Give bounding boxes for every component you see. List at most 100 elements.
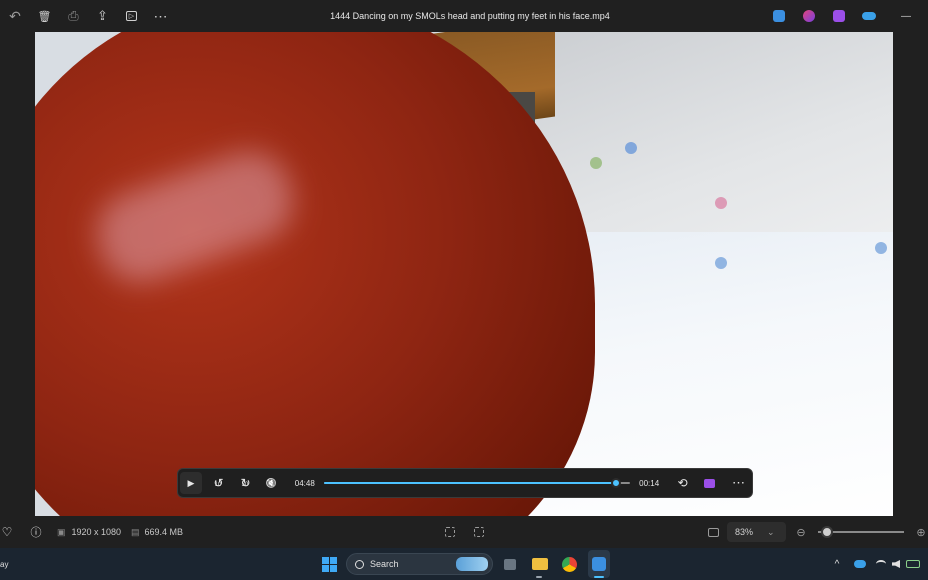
- remaining-time: 00:14: [639, 478, 660, 488]
- designer-app-button[interactable]: [794, 0, 824, 32]
- repeat-button[interactable]: ⟲: [669, 472, 696, 494]
- chrome-icon: [561, 556, 577, 572]
- text-scan-icon: [474, 527, 484, 537]
- delete-icon: 🗑: [37, 10, 52, 23]
- seek-thumb[interactable]: [611, 478, 622, 488]
- task-view-button[interactable]: [500, 548, 520, 580]
- onedrive-icon: [862, 12, 876, 20]
- window-title: 1444 Dancing on my SMOLs head and puttin…: [330, 11, 610, 21]
- clipchamp-icon: [704, 478, 716, 488]
- zoom-in-button[interactable]: ⊕: [914, 516, 928, 548]
- zoom-level-dropdown[interactable]: 83% ⌄: [727, 522, 786, 542]
- photos-taskbar-button[interactable]: [588, 550, 610, 578]
- video-flower-pattern: [625, 142, 637, 154]
- search-placeholder: Search: [370, 559, 399, 569]
- zoom-level-value: 83%: [735, 527, 754, 537]
- elapsed-time: 04:48: [294, 478, 315, 488]
- video-flower-pattern: [590, 157, 602, 169]
- taskbar-partial-widget[interactable]: ay: [0, 548, 10, 580]
- media-viewer: ▶ ↺ 10 ↻ 30 🔇 04:48 00:14 ⟲ ⋯: [0, 32, 928, 516]
- print-button[interactable]: ⎙: [59, 0, 88, 32]
- play-button[interactable]: ▶: [180, 472, 202, 494]
- volume-icon[interactable]: [892, 560, 900, 568]
- photos-app-icon: [592, 557, 606, 571]
- info-bar: ♡ ⓘ ▣ 1920 x 1080 ▤ 669.4 MB ⊖ ⊕: [0, 516, 928, 548]
- clipchamp-edit-button[interactable]: [696, 472, 723, 494]
- task-view-icon: [504, 558, 516, 570]
- resolution-info: ▣ 1920 x 1080: [57, 516, 121, 548]
- file-size-icon: ▤: [131, 526, 140, 537]
- resolution-icon: ▣: [57, 526, 66, 537]
- taskbar-partial-text: ay: [0, 559, 9, 569]
- seek-bar[interactable]: [323, 472, 631, 494]
- heart-icon: ♡: [1, 525, 13, 539]
- scan-icon: [445, 527, 455, 537]
- zoom-slider-thumb[interactable]: [820, 526, 833, 538]
- wifi-icon[interactable]: [876, 560, 886, 568]
- seek-progress: [323, 482, 617, 484]
- toolbar-right: —: [764, 0, 928, 32]
- zoom-out-icon: ⊖: [796, 526, 806, 539]
- print-icon: ⎙: [68, 8, 79, 23]
- onedrive-button[interactable]: [854, 0, 884, 32]
- skip-forward-button[interactable]: ↻ 30: [231, 472, 258, 494]
- clipchamp-app-button[interactable]: [824, 0, 854, 32]
- player-more-button[interactable]: ⋯: [725, 472, 752, 494]
- rotate-button[interactable]: ↶: [0, 0, 30, 32]
- mute-icon: 🔇: [265, 477, 277, 488]
- fit-screen-icon: [707, 527, 719, 537]
- share-button[interactable]: ⇪: [88, 0, 117, 32]
- more-options-button[interactable]: ⋯: [146, 0, 175, 32]
- chrome-button[interactable]: [558, 548, 580, 580]
- video-frame[interactable]: [35, 32, 893, 516]
- clipchamp-app-icon: [833, 10, 845, 22]
- delete-button[interactable]: 🗑: [30, 0, 59, 32]
- search-highlight-icon: [456, 557, 488, 571]
- minimize-icon: —: [901, 10, 911, 22]
- file-explorer-indicator: [536, 576, 542, 578]
- more-icon: ⋯: [153, 7, 168, 24]
- search-icon: [355, 559, 364, 569]
- edit-app-icon: [773, 10, 785, 22]
- chevron-down-icon: ⌄: [767, 526, 775, 537]
- favorite-button[interactable]: ♡: [0, 516, 14, 548]
- fit-screen-button[interactable]: [706, 516, 720, 548]
- start-button[interactable]: [318, 548, 340, 580]
- zoom-in-icon: ⊕: [916, 526, 926, 539]
- mute-button[interactable]: 🔇: [258, 472, 285, 494]
- title-bar: ↶ 🗑 ⎙ ⇪ ▷ ⋯ 1444 Dancing on my SMOLs hea…: [0, 0, 928, 32]
- toolbar-left: ↶ 🗑 ⎙ ⇪ ▷ ⋯: [0, 0, 175, 32]
- file-size-value: 669.4 MB: [144, 527, 184, 537]
- folder-icon: [532, 558, 548, 570]
- resolution-value: 1920 x 1080: [71, 527, 122, 537]
- file-size-info: ▤ 669.4 MB: [131, 516, 183, 548]
- file-info-button[interactable]: ⓘ: [28, 516, 44, 548]
- slideshow-button[interactable]: ▷: [117, 0, 146, 32]
- playback-controls: ▶ ↺ 10 ↻ 30 🔇 04:48 00:14 ⟲ ⋯: [177, 468, 753, 498]
- repeat-icon: ⟲: [677, 476, 688, 490]
- play-icon: ▶: [187, 477, 195, 488]
- battery-icon[interactable]: [906, 560, 920, 568]
- designer-app-icon: [803, 10, 815, 22]
- video-flower-pattern: [715, 197, 727, 209]
- zoom-out-button[interactable]: ⊖: [794, 516, 808, 548]
- system-tray: ^: [830, 548, 920, 580]
- share-icon: ⇪: [97, 8, 108, 23]
- skip-back-label: 10: [214, 481, 222, 488]
- video-flower-pattern: [715, 257, 727, 269]
- skip-forward-label: 30: [241, 481, 249, 488]
- photos-app-window: ↶ 🗑 ⎙ ⇪ ▷ ⋯ 1444 Dancing on my SMOLs hea…: [0, 0, 928, 580]
- taskbar-search[interactable]: Search: [346, 553, 493, 575]
- tray-overflow-icon[interactable]: ^: [830, 559, 844, 570]
- video-flower-pattern: [875, 242, 887, 254]
- text-scan-button[interactable]: [472, 516, 486, 548]
- onedrive-tray-icon[interactable]: [854, 560, 866, 568]
- active-app-indicator: [594, 576, 604, 578]
- edit-app-button[interactable]: [764, 0, 794, 32]
- skip-back-button[interactable]: ↺ 10: [204, 472, 231, 494]
- minimize-button[interactable]: —: [884, 0, 928, 32]
- face-scan-button[interactable]: [443, 516, 457, 548]
- more-icon: ⋯: [732, 475, 746, 490]
- windows-logo-icon: [321, 556, 337, 572]
- rotate-icon: ↶: [9, 7, 21, 24]
